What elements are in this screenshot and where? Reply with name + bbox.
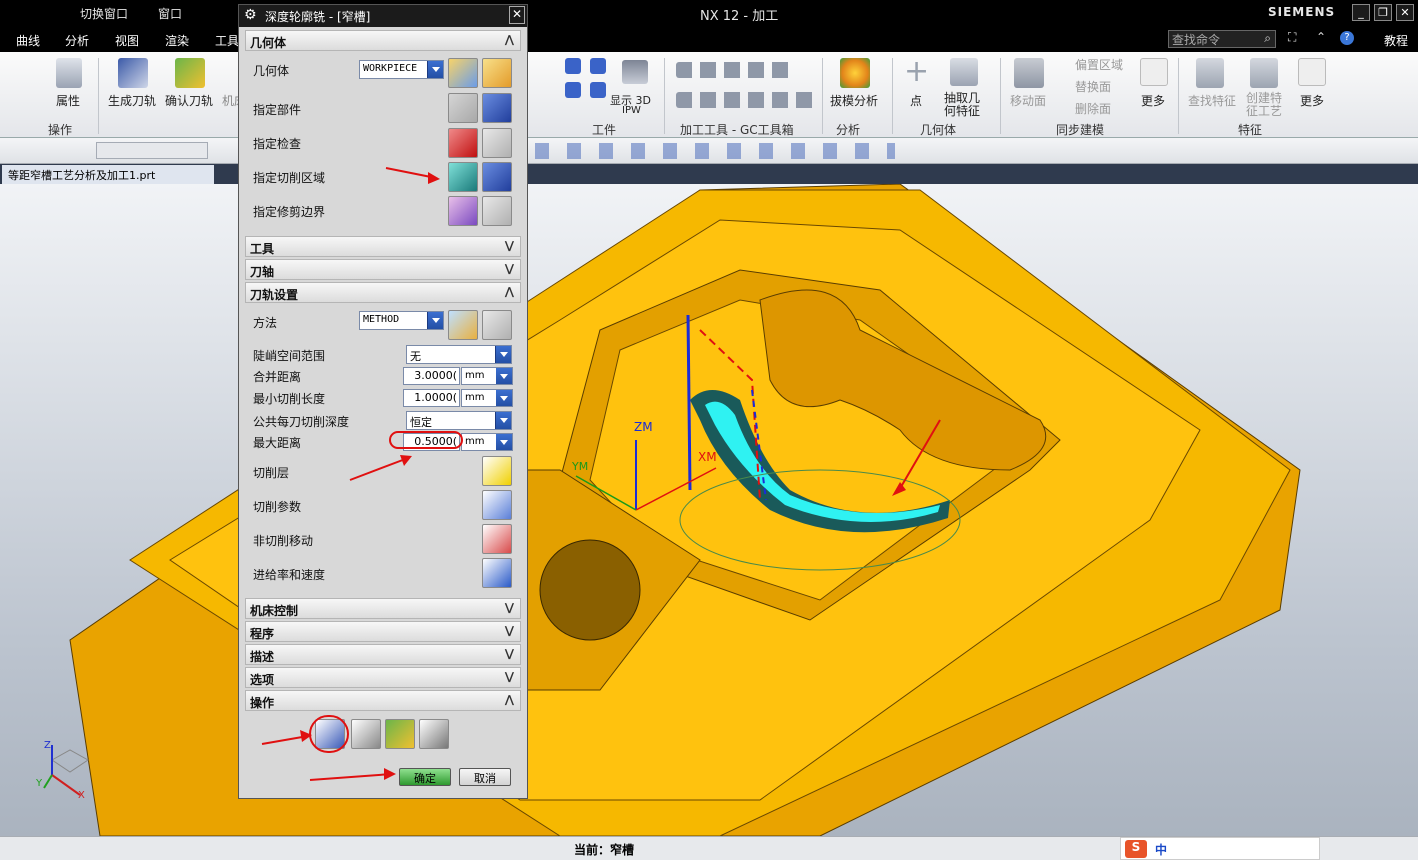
annotation-arrows [261, 167, 440, 781]
